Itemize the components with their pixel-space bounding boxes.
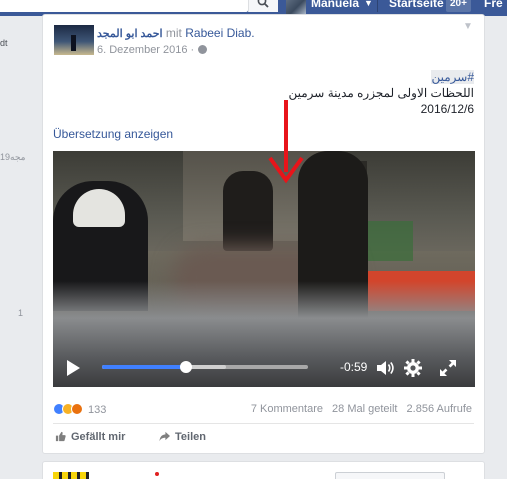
home-link[interactable]: Startseite	[389, 0, 444, 10]
angry-reaction-icon	[71, 403, 83, 415]
like-button[interactable]: Gefällt mir	[55, 431, 125, 443]
profile-link[interactable]: Manuela	[311, 0, 359, 10]
avatar[interactable]	[286, 0, 306, 14]
author-link[interactable]: احمد ابو المجد	[97, 28, 163, 40]
search-button[interactable]	[248, 0, 278, 12]
search-input[interactable]	[0, 0, 248, 12]
hashtag-link[interactable]: #سرمين	[431, 70, 474, 84]
reactions-summary[interactable]: 133	[53, 403, 106, 416]
status-dot	[155, 472, 159, 476]
post-date[interactable]: 6. Dezember 2016 ·	[97, 44, 194, 56]
video-progress-bar[interactable]	[102, 361, 308, 373]
notification-badge: 20+	[446, 0, 471, 12]
next-post-card	[42, 461, 485, 479]
translate-link[interactable]: Übersetzung anzeigen	[53, 127, 173, 141]
volume-icon[interactable]	[375, 359, 395, 377]
progress-handle[interactable]	[180, 361, 193, 373]
chevron-down-icon[interactable]: ▼	[364, 0, 373, 8]
like-label: Gefällt mir	[71, 431, 126, 443]
share-label: Teilen	[175, 431, 206, 443]
sidebar-text: 1	[18, 308, 24, 318]
author-avatar[interactable]	[54, 25, 94, 55]
divider	[377, 0, 378, 12]
globe-icon	[198, 45, 208, 54]
sidebar-text: 19مجه	[0, 152, 26, 162]
post-card: احمد ابو المجد mit Rabeei Diab. 6. Dezem…	[42, 14, 485, 454]
post-meta: 6. Dezember 2016 ·	[97, 44, 208, 56]
thumbs-up-icon	[55, 431, 66, 442]
video-player[interactable]: -0:59	[53, 151, 475, 387]
play-icon[interactable]	[67, 360, 80, 376]
friends-link[interactable]: Fre	[484, 0, 503, 10]
left-sidebar: dt 19مجه 1	[0, 16, 42, 479]
shares-link[interactable]: 28 Mal geteilt	[332, 403, 397, 415]
post-stats: 7 Kommentare 28 Mal geteilt 2.856 Aufruf…	[245, 403, 472, 415]
chevron-down-icon[interactable]: ▼	[463, 21, 473, 32]
fullscreen-icon[interactable]	[438, 358, 458, 378]
next-post-button[interactable]	[335, 472, 445, 479]
search-icon	[257, 0, 269, 8]
sidebar-text: dt	[0, 38, 8, 48]
gear-icon[interactable]	[403, 358, 423, 378]
reaction-count: 133	[88, 404, 107, 416]
video-controls: -0:59	[53, 351, 475, 387]
share-icon	[159, 431, 170, 442]
next-post-thumbnail[interactable]	[53, 472, 89, 479]
annotation-arrow	[268, 100, 304, 184]
views-count: 2.856 Aufrufe	[406, 403, 472, 415]
coauthor-link[interactable]: Rabeei Diab.	[185, 26, 254, 40]
post-header: احمد ابو المجد mit Rabeei Diab.	[97, 26, 255, 40]
progress-played	[102, 365, 187, 369]
time-remaining: -0:59	[340, 360, 368, 374]
with-label: mit	[165, 26, 182, 40]
comments-link[interactable]: 7 Kommentare	[251, 403, 323, 415]
share-button[interactable]: Teilen	[159, 431, 206, 443]
divider	[53, 423, 474, 424]
